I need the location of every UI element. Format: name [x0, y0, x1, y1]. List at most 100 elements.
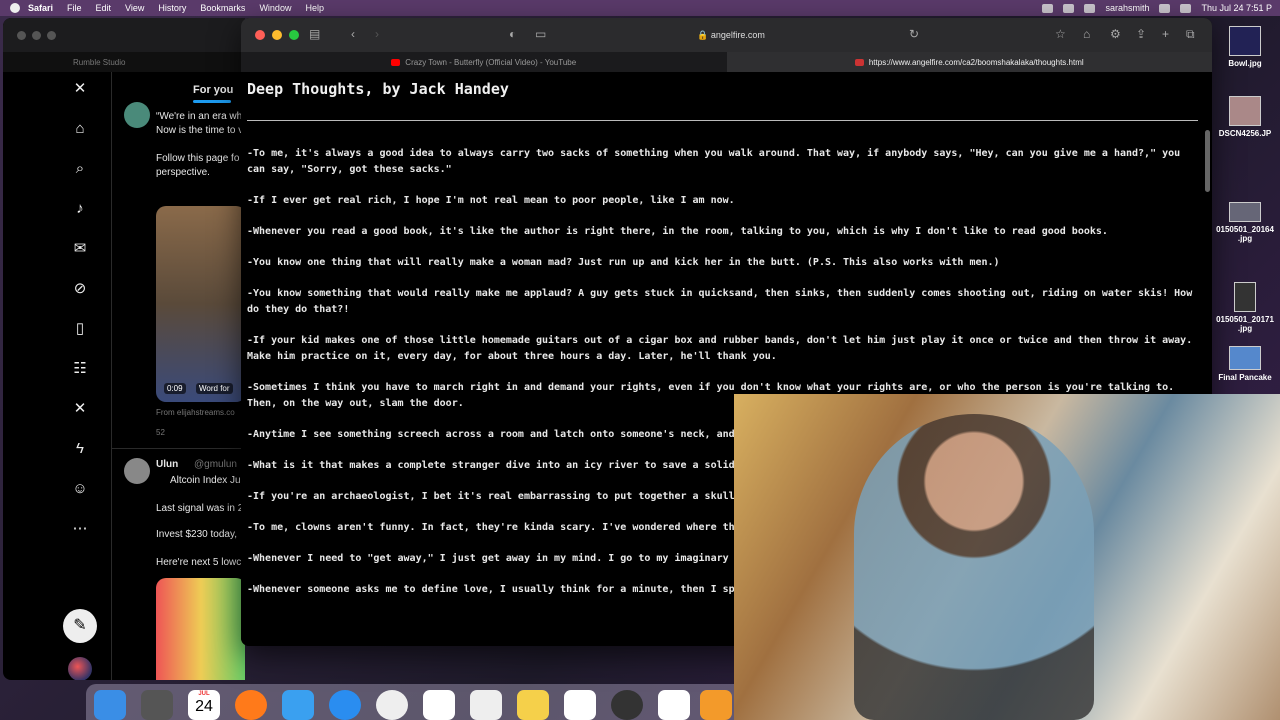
pages-icon[interactable] — [700, 690, 732, 720]
launchpad-icon[interactable] — [141, 690, 173, 720]
obs-icon[interactable] — [611, 690, 643, 720]
tab-for-you[interactable]: For you — [193, 84, 233, 96]
new-tab-icon[interactable]: + — [1162, 27, 1169, 41]
post-author[interactable]: Ulun — [156, 458, 178, 472]
news-icon[interactable] — [658, 690, 690, 720]
tab-youtube[interactable]: Crazy Town - Butterfly (Official Video) … — [241, 52, 727, 72]
zoom-button[interactable] — [47, 30, 56, 40]
menu-help[interactable]: Help — [305, 3, 324, 13]
menu-history[interactable]: History — [158, 3, 186, 13]
angelfire-favicon-icon — [854, 58, 864, 66]
post-handle[interactable]: @gmulun — [194, 458, 237, 472]
post-text: Last signal was in 2 — [156, 503, 244, 514]
chrome-icon[interactable] — [376, 690, 408, 720]
youtube-favicon-icon — [391, 58, 401, 66]
post-text: Now is the time to v — [156, 125, 244, 136]
google-drive-icon[interactable] — [470, 690, 502, 720]
back-icon[interactable]: ‹ — [351, 27, 355, 41]
status-icon[interactable] — [1063, 3, 1075, 13]
bookmark-star-icon[interactable]: ☆ — [1055, 27, 1066, 41]
menu-bookmarks[interactable]: Bookmarks — [200, 3, 245, 13]
reply-count[interactable]: 52 — [156, 428, 165, 437]
webcam-overlay — [734, 394, 1280, 720]
menu-file[interactable]: File — [67, 3, 82, 13]
bg-tab[interactable]: Rumble Studio — [3, 52, 245, 72]
privacy-shield-icon[interactable]: ◐ — [509, 27, 516, 41]
divider — [247, 120, 1198, 121]
post-image[interactable] — [156, 578, 245, 680]
wifi-icon[interactable] — [1159, 3, 1171, 13]
file-label: Bowl.jpg — [1228, 59, 1262, 68]
status-icon[interactable] — [1042, 3, 1054, 13]
safari-icon[interactable] — [329, 690, 361, 720]
close-button[interactable] — [17, 30, 26, 40]
desktop-file[interactable]: 0150501_20164 .jpg — [1212, 202, 1278, 243]
file-thumbnail — [1234, 282, 1256, 312]
desktop-file[interactable]: 0150501_20171 .jpg — [1212, 282, 1278, 333]
avatar[interactable] — [124, 458, 150, 484]
x-feed: For you “We're in an era wh Now is the t… — [111, 72, 245, 680]
menu-view[interactable]: View — [125, 3, 144, 13]
firefox-icon[interactable] — [235, 690, 267, 720]
minimize-button[interactable] — [272, 30, 282, 40]
video-duration: 0:09 — [164, 383, 186, 394]
sidebar-icon[interactable]: ▤ — [309, 27, 320, 41]
menu-bar: Safari File Edit View History Bookmarks … — [0, 0, 1280, 16]
file-thumbnail — [1229, 96, 1261, 126]
bookmarks-icon[interactable]: ▯ — [71, 320, 89, 338]
menu-edit[interactable]: Edit — [96, 3, 112, 13]
desktop-file[interactable]: Bowl.jpg — [1212, 26, 1278, 68]
post-button[interactable]: ✎ — [63, 609, 97, 643]
desktop-file[interactable]: DSCN4256.JP — [1212, 96, 1278, 138]
messages-icon[interactable]: ✉ — [71, 240, 89, 258]
menu-window[interactable]: Window — [259, 3, 291, 13]
user-name[interactable]: sarahsmith — [1105, 3, 1149, 13]
verified-orgs-icon[interactable]: ϟ — [71, 440, 89, 458]
extensions-icon[interactable]: ⚙ — [1110, 27, 1121, 41]
premium-icon[interactable]: ✕ — [71, 400, 89, 418]
calendar-icon[interactable]: JUL 24 — [188, 690, 220, 720]
scrollbar[interactable] — [1205, 130, 1210, 192]
control-center-icon[interactable] — [1180, 3, 1192, 13]
communities-icon[interactable]: ☷ — [71, 360, 89, 378]
finder-icon[interactable] — [94, 690, 126, 720]
profile-icon[interactable]: ☺ — [71, 480, 89, 498]
more-icon[interactable]: ⋯ — [71, 520, 89, 538]
reload-icon[interactable]: ↻ — [909, 27, 919, 41]
address-bar[interactable]: 🔒 angelfire.com — [521, 25, 941, 45]
tab-bar: Crazy Town - Butterfly (Official Video) … — [241, 52, 1212, 72]
notifications-icon[interactable]: ♪ — [71, 200, 89, 218]
home-icon[interactable]: ⌂ — [1083, 27, 1090, 41]
post-source[interactable]: From elijahstreams.co — [156, 408, 235, 417]
search-icon[interactable]: ⌕ — [71, 160, 89, 178]
url-text[interactable]: angelfire.com — [711, 30, 765, 40]
notes-icon[interactable] — [517, 690, 549, 720]
avatar[interactable] — [124, 102, 150, 128]
post-text: Follow this page fo — [156, 153, 240, 164]
file-label: DSCN4256.JP — [1218, 129, 1272, 138]
zoom-button[interactable] — [289, 30, 299, 40]
tab-angelfire[interactable]: https://www.angelfire.com/ca2/boomshakal… — [726, 52, 1212, 72]
grok-icon[interactable]: ⊘ — [71, 280, 89, 298]
dock — [86, 684, 746, 720]
close-button[interactable] — [255, 30, 265, 40]
tab-overview-icon[interactable]: ⧉ — [1186, 27, 1195, 42]
headphones-icon[interactable] — [1084, 3, 1096, 13]
freeform-icon[interactable] — [564, 690, 596, 720]
apple-icon[interactable] — [10, 3, 20, 13]
mail-icon[interactable] — [282, 690, 314, 720]
desktop-file[interactable]: Final Pancake — [1212, 346, 1278, 382]
x-logo-icon[interactable]: ✕ — [71, 80, 89, 98]
post-text: Invest $230 today, — [156, 529, 237, 540]
minimize-button[interactable] — [32, 30, 41, 40]
home-icon[interactable]: ⌂ — [71, 120, 89, 138]
photos-icon[interactable] — [423, 690, 455, 720]
menu-app-name[interactable]: Safari — [28, 3, 53, 13]
post-video[interactable]: 0:09 Word for — [156, 206, 245, 402]
share-icon[interactable]: ⇪ — [1136, 27, 1146, 41]
menu-clock[interactable]: Thu Jul 24 7:51 P — [1201, 3, 1272, 13]
forward-icon[interactable]: › — [375, 27, 379, 41]
file-thumbnail — [1229, 346, 1261, 370]
page-title: Deep Thoughts, by Jack Handey — [247, 80, 509, 98]
avatar[interactable] — [68, 657, 92, 680]
